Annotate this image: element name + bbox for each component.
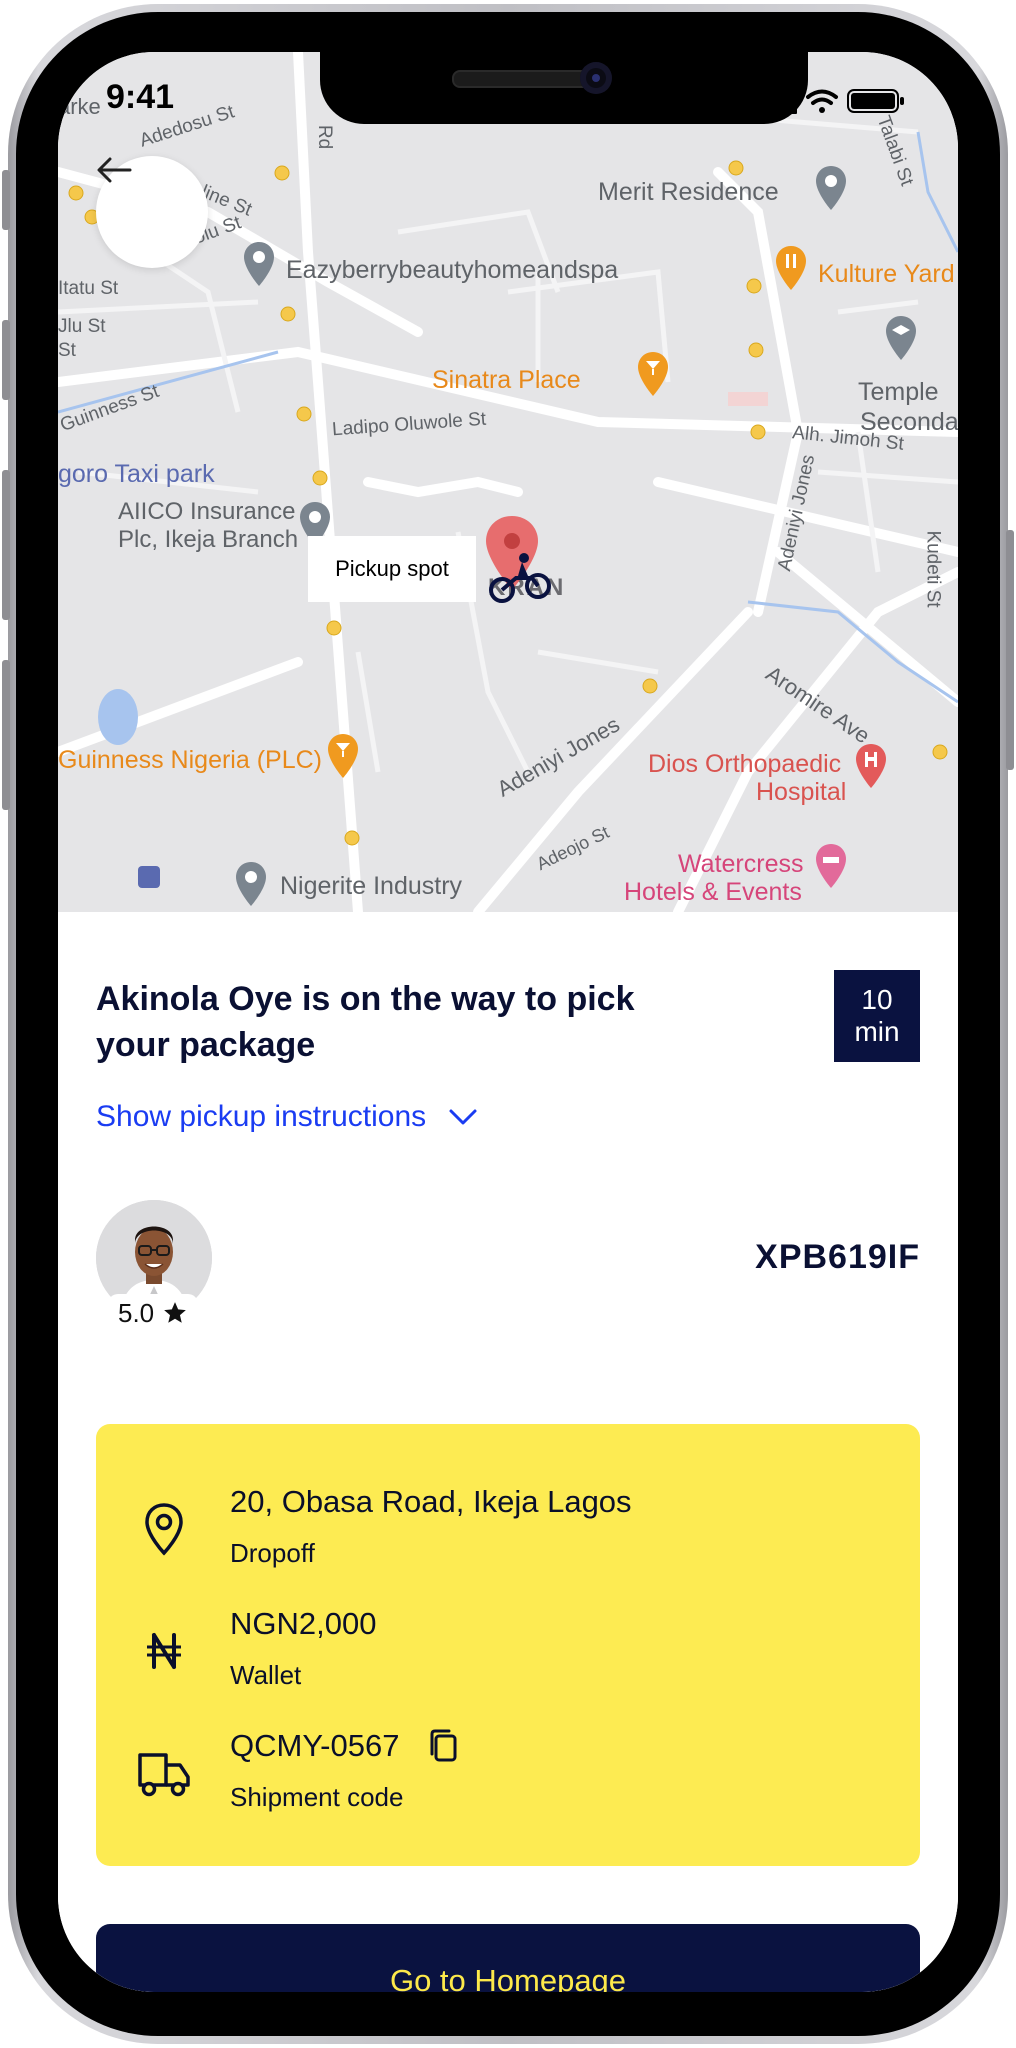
vehicle-plate-number: XPB619IF bbox=[755, 1238, 920, 1276]
map-pin-icon bbox=[816, 166, 846, 210]
map-pin-icon bbox=[244, 242, 274, 286]
cellular-signal-icon bbox=[764, 88, 797, 114]
delivery-truck-icon bbox=[136, 1738, 192, 1808]
map-view[interactable]: arke Adedosu St Rd Nepaline St Moroufolu… bbox=[58, 52, 958, 912]
map-place-label: Watercress bbox=[678, 850, 804, 878]
dropoff-label: Dropoff bbox=[230, 1538, 315, 1568]
map-street-label: Rd bbox=[314, 124, 336, 150]
map-place-label: goro Taxi park bbox=[58, 460, 215, 488]
payment-amount: NGN2,000 bbox=[230, 1606, 377, 1641]
map-street-label: Kudeti St bbox=[922, 530, 944, 608]
map-place-label: Guinness Nigeria (PLC) bbox=[58, 746, 322, 774]
eta-value: 10 bbox=[861, 984, 893, 1015]
map-street-label: Jlu St bbox=[58, 316, 106, 337]
shipment-code-label: Shipment code bbox=[230, 1782, 404, 1812]
map-place-label: Secondary bbox=[860, 408, 958, 436]
bar-pin-icon bbox=[638, 352, 668, 396]
front-camera bbox=[580, 62, 612, 94]
hotel-pin-icon bbox=[816, 844, 846, 888]
map-place-label: Nigerite Industry bbox=[280, 872, 463, 900]
delivery-details-card: 20, Obasa Road, Ikeja Lagos Dropoff NGN2… bbox=[96, 1424, 920, 1866]
map-pin-icon bbox=[236, 862, 266, 906]
dropoff-row: 20, Obasa Road, Ikeja Lagos Dropoff bbox=[96, 1478, 920, 1588]
location-pin-icon bbox=[136, 1494, 192, 1564]
school-pin-icon bbox=[886, 316, 916, 360]
map-place-label: Merit Residence bbox=[598, 178, 779, 206]
volume-up-button bbox=[2, 320, 10, 400]
phone-device: arke Adedosu St Rd Nepaline St Moroufolu… bbox=[0, 0, 1016, 2048]
shipment-code: QCMY-0567 bbox=[230, 1728, 400, 1763]
rider-rating: 5.0 bbox=[108, 1294, 199, 1332]
side-button-left bbox=[2, 660, 10, 810]
restaurant-pin-icon bbox=[776, 246, 806, 290]
status-time: 9:41 bbox=[106, 78, 175, 116]
notch bbox=[320, 52, 808, 124]
map-place-label: Hotels & Events bbox=[624, 878, 802, 906]
screen: arke Adedosu St Rd Nepaline St Moroufolu… bbox=[58, 52, 958, 1992]
go-to-homepage-button[interactable]: Go to Homepage bbox=[96, 1924, 920, 1992]
chevron-down-icon bbox=[449, 1109, 477, 1125]
payment-method: Wallet bbox=[230, 1660, 302, 1690]
hospital-pin-icon bbox=[856, 744, 886, 788]
map-street-label: Itatu St bbox=[58, 278, 119, 299]
map-place-label: Plc, Ikeja Branch bbox=[118, 526, 299, 553]
naira-icon bbox=[136, 1616, 192, 1686]
copy-icon[interactable] bbox=[427, 1728, 459, 1764]
ride-status-sheet: Akinola Oye is on the way to pick your p… bbox=[58, 912, 958, 1992]
map-place-label: Dios Orthopaedic bbox=[648, 750, 842, 778]
map-place-label: Hospital bbox=[756, 778, 847, 806]
status-icons bbox=[764, 86, 924, 121]
instructions-link-label: Show pickup instructions bbox=[96, 1100, 427, 1133]
battery-icon bbox=[847, 89, 904, 113]
bar-pin-icon bbox=[328, 734, 358, 778]
back-button[interactable] bbox=[96, 156, 208, 268]
dropoff-address: 20, Obasa Road, Ikeja Lagos bbox=[230, 1484, 632, 1519]
mute-switch bbox=[2, 170, 10, 230]
map-place-label: AIICO Insurance bbox=[118, 498, 296, 525]
map-street-label: St bbox=[58, 340, 76, 361]
star-icon bbox=[164, 1302, 186, 1323]
map-street-label: arke bbox=[58, 94, 101, 119]
arrow-left-icon bbox=[97, 157, 132, 183]
show-pickup-instructions-link[interactable]: Show pickup instructions bbox=[96, 1100, 478, 1134]
map-place-label: Eazyberrybeautyhomeandspa bbox=[286, 256, 619, 284]
volume-down-button bbox=[2, 470, 10, 620]
eta-badge: 10 min bbox=[834, 970, 920, 1062]
power-button bbox=[1006, 530, 1014, 770]
payment-row: NGN2,000 Wallet bbox=[96, 1600, 920, 1710]
map-place-label: Kulture Yard bbox=[818, 260, 955, 288]
rider-status-title: Akinola Oye is on the way to pick your p… bbox=[96, 980, 635, 1064]
eta-unit: min bbox=[854, 1016, 900, 1047]
rider-motorbike-icon bbox=[489, 553, 551, 603]
rating-value: 5.0 bbox=[118, 1297, 155, 1328]
map-place-label: Sinatra Place bbox=[432, 366, 581, 394]
shipment-row: QCMY-0567 Shipment code bbox=[96, 1722, 920, 1832]
pickup-spot-tooltip: Pickup spot bbox=[308, 536, 476, 602]
wifi-icon bbox=[806, 89, 838, 113]
map-place-label: Temple bbox=[858, 378, 939, 406]
